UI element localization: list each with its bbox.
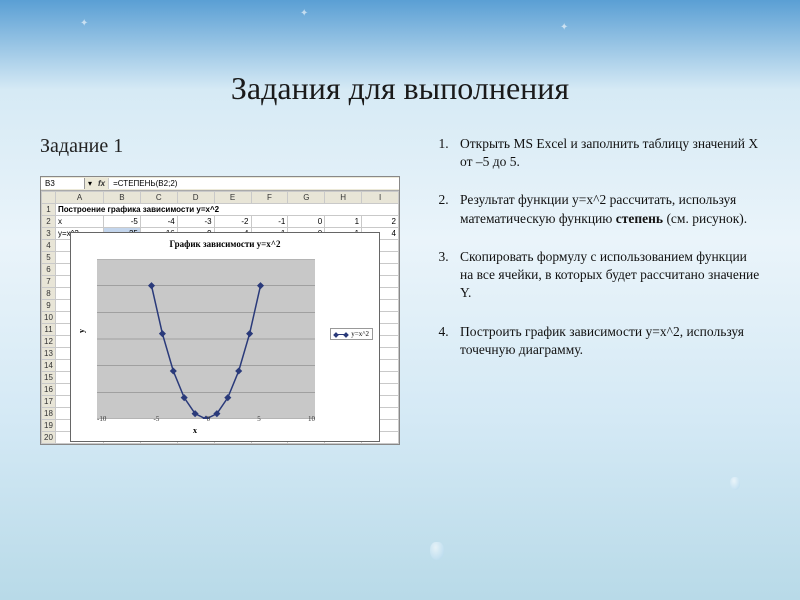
list-item: Скопировать формулу с использованием фун… [452, 248, 760, 303]
cell: 2 [362, 216, 399, 228]
name-box: B3 [41, 178, 85, 189]
x-axis-label: x [71, 426, 319, 435]
col-header: E [214, 192, 251, 204]
legend-marker-icon [334, 334, 348, 335]
row-header: 16 [42, 384, 56, 396]
embedded-chart: График зависимости y=x^2 y 302520151050 … [70, 232, 380, 442]
list-item: Построить график зависимости y=x^2, испо… [452, 323, 760, 359]
task-text: Скопировать формулу с использованием фун… [460, 249, 759, 300]
row-header: 10 [42, 312, 56, 324]
row-header: 7 [42, 276, 56, 288]
col-header: C [140, 192, 177, 204]
cell: x [56, 216, 104, 228]
row-header: 2 [42, 216, 56, 228]
right-column: Открыть MS Excel и заполнить таблицу зна… [430, 135, 760, 476]
cell: -4 [140, 216, 177, 228]
row-header: 9 [42, 300, 56, 312]
cell: -5 [104, 216, 141, 228]
task-subtitle: Задание 1 [40, 135, 400, 158]
chart-title: График зависимости y=x^2 [71, 233, 379, 251]
row-header: 19 [42, 420, 56, 432]
row-header: 17 [42, 396, 56, 408]
col-header: F [251, 192, 288, 204]
row-header: 20 [42, 432, 56, 444]
x-tick: 10 [308, 415, 315, 423]
row-header: 14 [42, 360, 56, 372]
row-header: 6 [42, 264, 56, 276]
list-item: Результат функции y=x^2 рассчитать, испо… [452, 191, 760, 227]
col-header: G [288, 192, 325, 204]
formula-value: =СТЕПЕНЬ(B2;2) [108, 178, 399, 189]
table-row: 1Построение графика зависимости y=x^2 [42, 204, 399, 216]
row-header: 11 [42, 324, 56, 336]
table-row: 2x-5-4-3-2-1012 [42, 216, 399, 228]
task-bold: степень [616, 211, 663, 226]
excel-screenshot: B3 ▾ fx =СТЕПЕНЬ(B2;2) ABCDEFGHI 1Постро… [40, 176, 400, 476]
row-header: 18 [42, 408, 56, 420]
row-header: 3 [42, 228, 56, 240]
x-tick: -10 [97, 415, 106, 423]
row-header: 1 [42, 204, 56, 216]
task-list: Открыть MS Excel и заполнить таблицу зна… [430, 135, 760, 359]
row-header: 4 [42, 240, 56, 252]
legend-label: y=x^2 [351, 330, 369, 338]
chart-legend: y=x^2 [330, 328, 373, 340]
task-text: Открыть MS Excel и заполнить таблицу зна… [460, 136, 758, 169]
col-header: B [104, 192, 141, 204]
cell: 0 [288, 216, 325, 228]
cell: Построение графика зависимости y=x^2 [56, 204, 399, 216]
x-axis-ticks: -10 -5 0 5 10 [97, 415, 315, 423]
row-header: 12 [42, 336, 56, 348]
row-header: 13 [42, 348, 56, 360]
col-header: H [325, 192, 362, 204]
row-header: 8 [42, 288, 56, 300]
cell: -3 [177, 216, 214, 228]
row-header: 15 [42, 372, 56, 384]
cell: 1 [325, 216, 362, 228]
task-text: (см. рисунок). [663, 211, 747, 226]
y-axis-label: y [77, 329, 86, 333]
row-header: 5 [42, 252, 56, 264]
col-header: A [56, 192, 104, 204]
x-tick: 0 [207, 415, 211, 423]
formula-bar: B3 ▾ fx =СТЕПЕНЬ(B2;2) [41, 177, 399, 191]
column-headers: ABCDEFGHI [42, 192, 399, 204]
plot-area [97, 259, 315, 419]
col-header: I [362, 192, 399, 204]
list-item: Открыть MS Excel и заполнить таблицу зна… [452, 135, 760, 171]
page-title: Задания для выполнения [40, 70, 760, 107]
cell: -1 [251, 216, 288, 228]
task-text: Построить график зависимости y=x^2, испо… [460, 324, 744, 357]
col-header [42, 192, 56, 204]
x-tick: 5 [257, 415, 261, 423]
col-header: D [177, 192, 214, 204]
slide: Задания для выполнения Задание 1 B3 ▾ fx… [0, 0, 800, 600]
cell: -2 [214, 216, 251, 228]
content-row: Задание 1 B3 ▾ fx =СТЕПЕНЬ(B2;2) ABCDEFG… [40, 135, 760, 476]
x-tick: -5 [154, 415, 160, 423]
fx-icon: fx [95, 179, 108, 188]
left-column: Задание 1 B3 ▾ fx =СТЕПЕНЬ(B2;2) ABCDEFG… [40, 135, 400, 476]
